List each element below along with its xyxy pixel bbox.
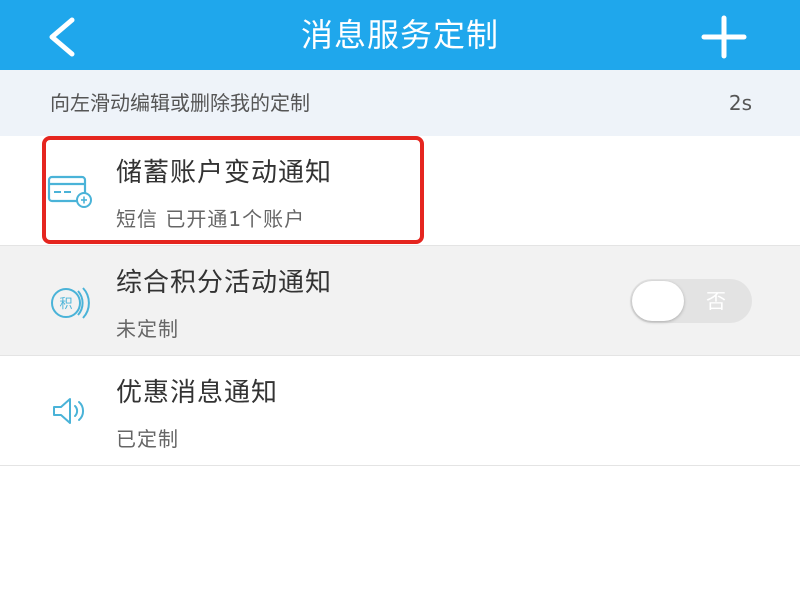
list-item-title: 综合积分活动通知	[116, 268, 333, 298]
list-item-subtitle: 短信 已开通1个账户	[116, 207, 306, 231]
speaker-icon	[53, 398, 85, 424]
hint-bar: 向左滑动编辑或删除我的定制 2s	[0, 70, 800, 136]
page-title: 消息服务定制	[300, 16, 499, 54]
list-item-savings-account[interactable]: 储蓄账户变动通知 短信 已开通1个账户	[0, 136, 800, 246]
list-item-subtitle: 已定制	[116, 427, 179, 451]
points-icon: 积	[51, 287, 90, 319]
list-item-title: 储蓄账户变动通知	[116, 158, 333, 188]
toggle-label: 否	[706, 289, 726, 313]
hint-timer: 2s	[728, 91, 752, 115]
app-header: 消息服务定制	[0, 0, 800, 70]
toggle-knob	[632, 281, 684, 321]
plus-icon	[701, 15, 747, 59]
svg-text:积: 积	[59, 297, 72, 312]
add-button[interactable]	[688, 5, 758, 65]
list-item-promotions[interactable]: 优惠消息通知 已定制	[0, 356, 800, 466]
list-item-subtitle: 未定制	[116, 317, 179, 341]
points-notification-toggle[interactable]: 否	[630, 279, 752, 323]
hint-text: 向左滑动编辑或删除我的定制	[50, 91, 310, 115]
bank-card-icon	[47, 175, 92, 208]
list-item-title: 优惠消息通知	[116, 378, 279, 408]
